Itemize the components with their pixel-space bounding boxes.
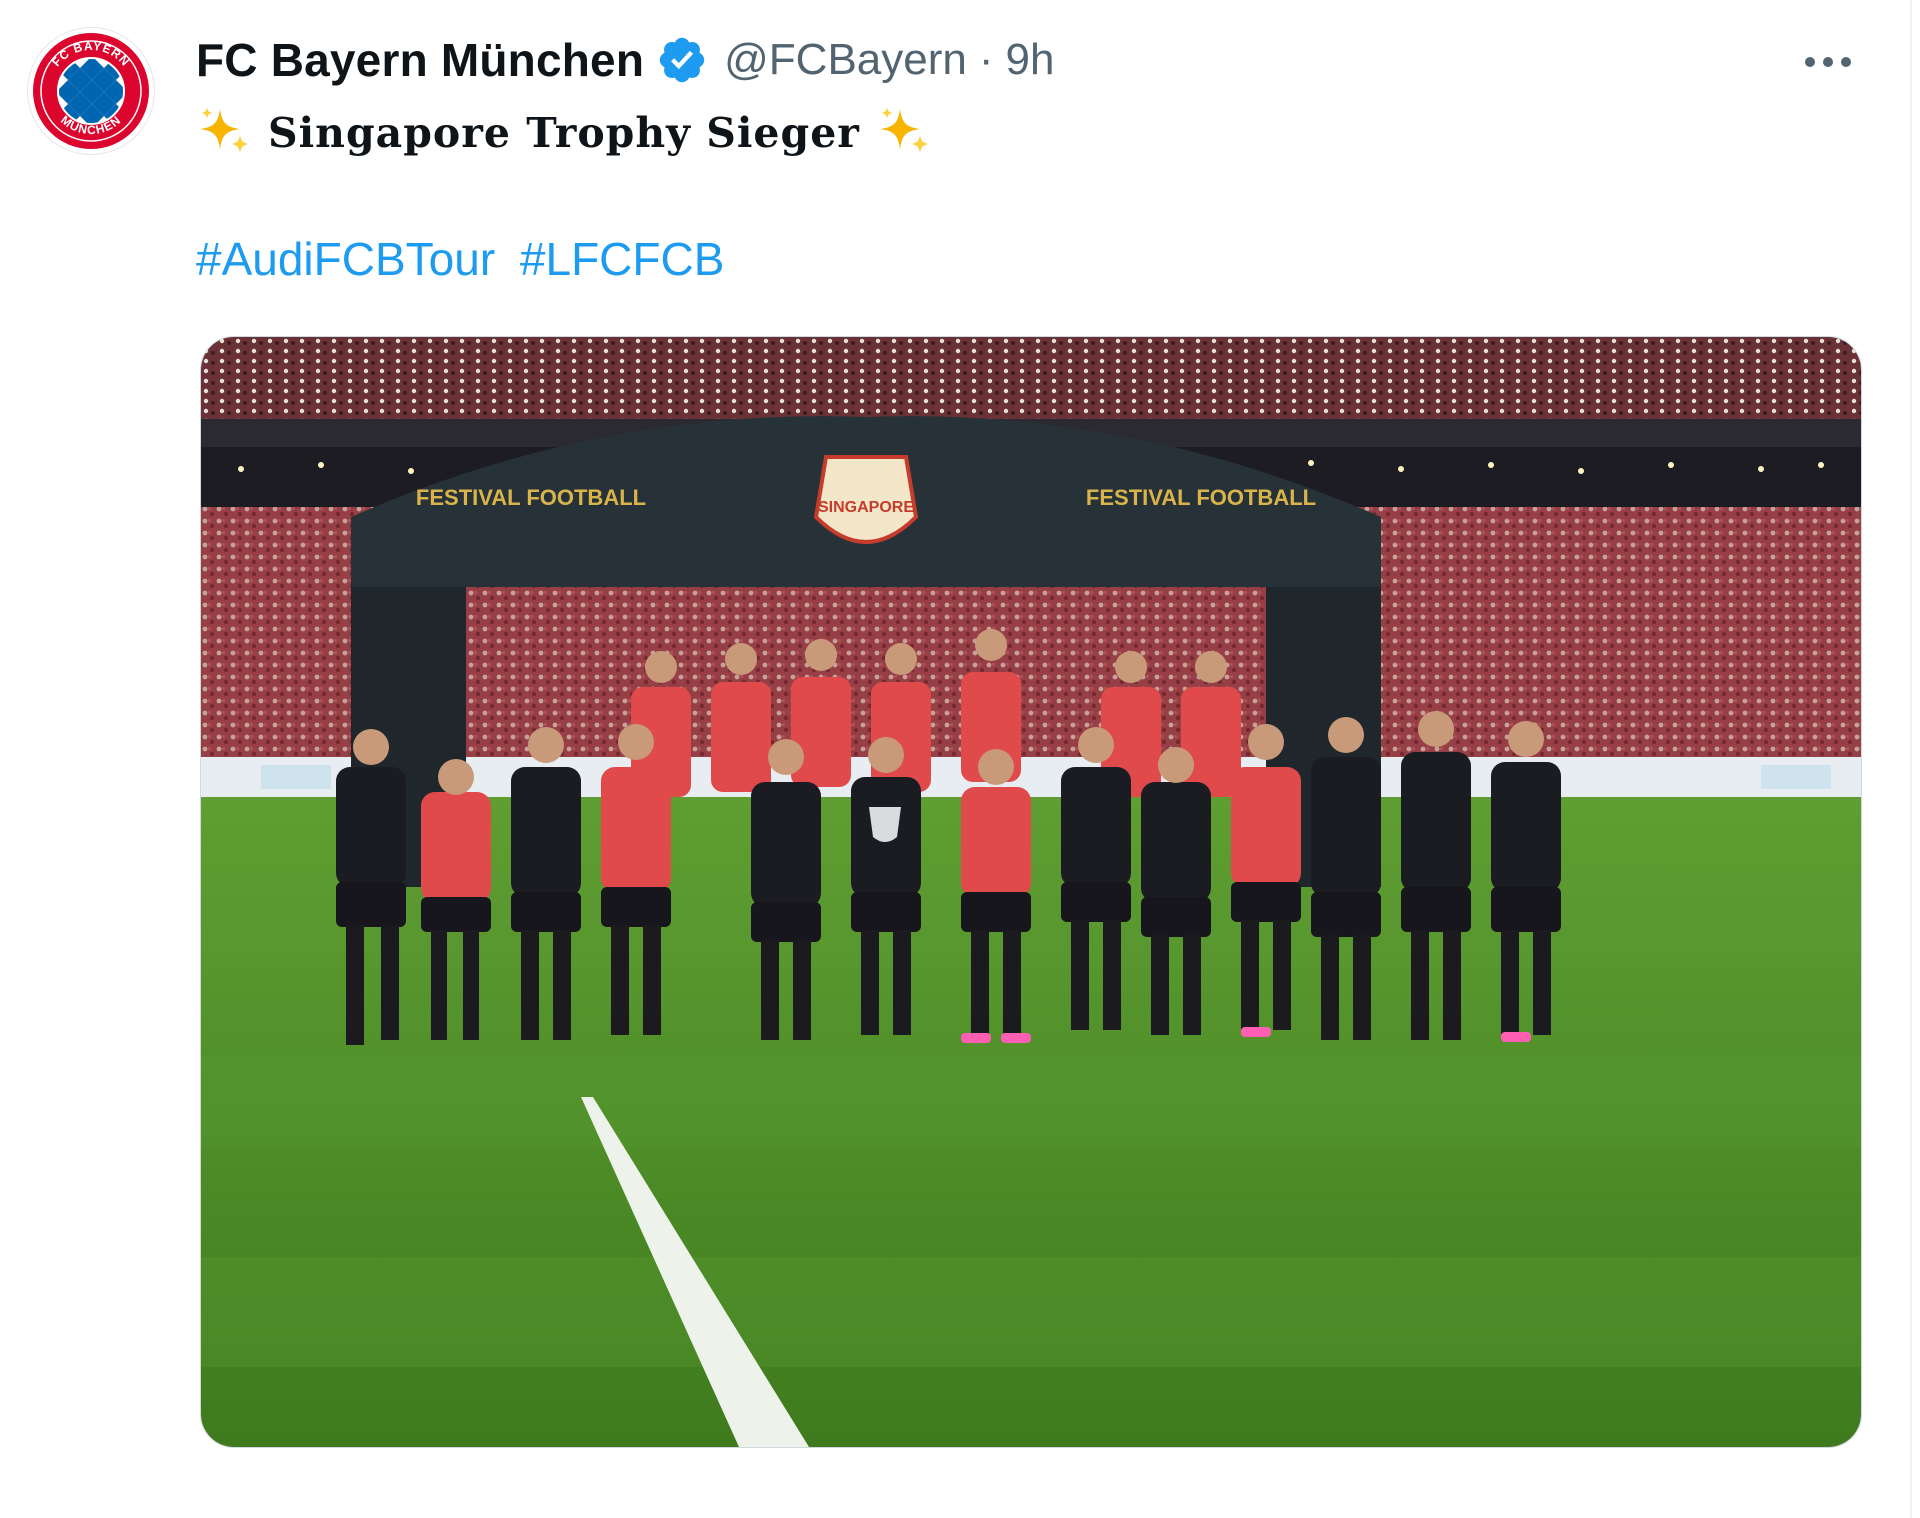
hashtag-link[interactable]: #AudiFCBTour bbox=[196, 233, 495, 285]
more-options-icon bbox=[1805, 57, 1851, 67]
user-handle[interactable]: @FCBayern bbox=[724, 35, 967, 85]
tweet-header: FC Bayern München @FCBayern · 9h bbox=[196, 30, 1054, 90]
more-options-button[interactable] bbox=[1798, 34, 1858, 90]
hashtag-row: #AudiFCBTour #LFCFCB bbox=[196, 232, 724, 286]
arch-left-text: FESTIVAL FOOTBALL bbox=[416, 485, 646, 510]
sparkles-icon bbox=[196, 105, 252, 161]
hashtag-link[interactable]: #LFCFCB bbox=[520, 233, 724, 285]
timestamp[interactable]: 9h bbox=[1006, 35, 1055, 85]
arch-right-text: FESTIVAL FOOTBALL bbox=[1086, 485, 1316, 510]
avatar[interactable]: FC BAYERN MÜNCHEN bbox=[28, 28, 154, 154]
tweet-media-photo[interactable]: FESTIVAL FOOTBALL FESTIVAL FOOTBALL SING… bbox=[200, 336, 1862, 1448]
fc-bayern-crest-icon: FC BAYERN MÜNCHEN bbox=[29, 29, 153, 153]
display-name[interactable]: FC Bayern München bbox=[196, 33, 644, 87]
tweet-text: Singapore Trophy Sieger bbox=[268, 109, 860, 157]
tweet-card[interactable]: FC BAYERN MÜNCHEN FC Bayern München @FCB… bbox=[0, 0, 1908, 1518]
verified-badge-icon[interactable] bbox=[656, 34, 708, 86]
sparkles-icon bbox=[876, 105, 932, 161]
tweet-text-line: Singapore Trophy Sieger bbox=[196, 102, 932, 164]
timeline-divider bbox=[1910, 0, 1912, 1518]
separator-dot: · bbox=[978, 35, 994, 84]
arch-center-text: SINGAPORE bbox=[818, 499, 914, 516]
team-photo-image: FESTIVAL FOOTBALL FESTIVAL FOOTBALL SING… bbox=[201, 337, 1861, 1447]
